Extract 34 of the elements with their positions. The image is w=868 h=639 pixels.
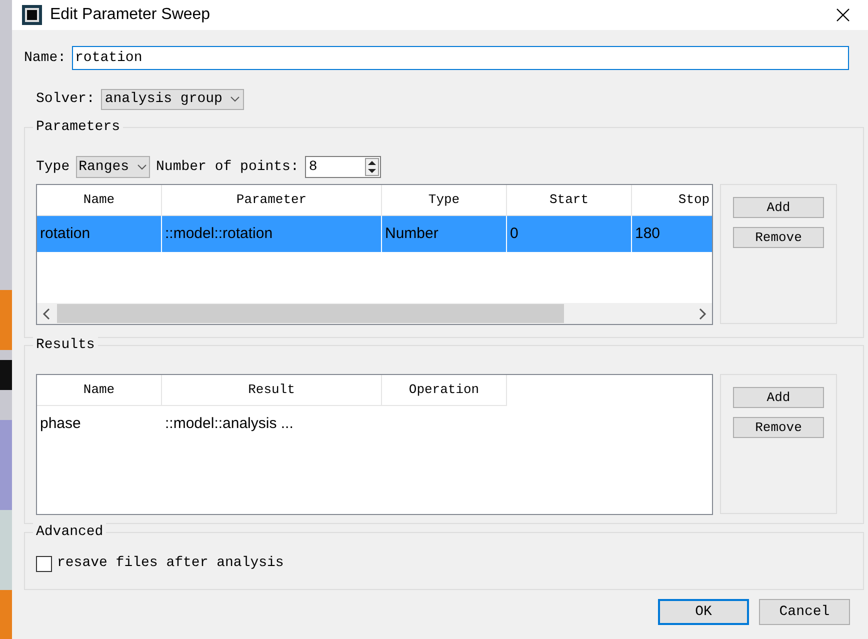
spin-arrows-icon[interactable] xyxy=(364,158,379,176)
close-icon xyxy=(836,8,850,22)
chevron-down-icon xyxy=(137,164,148,170)
scroll-right-icon[interactable] xyxy=(697,308,707,320)
type-dropdown[interactable]: Ranges xyxy=(76,156,150,178)
table-cell-text: ::model::analysis ... xyxy=(164,414,294,434)
solver-label: Solver: xyxy=(36,90,95,108)
side-button[interactable]: Remove xyxy=(733,417,824,438)
horizontal-scrollbar[interactable] xyxy=(37,303,712,324)
table-row[interactable]: rotation ::model::rotation Number 0 180 xyxy=(37,216,712,252)
chevron-down-icon xyxy=(230,96,240,102)
type-label: Type xyxy=(36,158,70,176)
scroll-left-icon[interactable] xyxy=(42,308,52,320)
dialog-button[interactable]: OK xyxy=(658,599,749,625)
side-button[interactable]: Remove xyxy=(733,227,824,248)
points-label: Number of points: xyxy=(156,158,299,176)
dialog-button[interactable]: Cancel xyxy=(759,599,850,625)
table-cell-text: phase xyxy=(39,414,82,434)
table-cell: rotation xyxy=(37,216,162,252)
table-cell: ::model::rotation xyxy=(162,216,382,252)
checkbox[interactable] xyxy=(36,556,52,572)
side-button[interactable]: Add xyxy=(733,197,824,218)
checkbox-label: resave files after analysis xyxy=(57,554,284,573)
solver-dropdown[interactable]: analysis group xyxy=(100,88,244,110)
points-spinbox[interactable]: 8 xyxy=(304,156,381,178)
name-field[interactable]: rotation xyxy=(72,46,850,70)
app-icon xyxy=(22,5,42,25)
window-title: Edit Parameter Sweep xyxy=(50,5,212,25)
name-label: Name: xyxy=(24,48,66,68)
table-cell: 0 xyxy=(507,216,632,252)
table-cell: Number xyxy=(382,216,507,252)
side-button[interactable]: Add xyxy=(733,387,824,408)
scrollbar-thumb[interactable] xyxy=(57,304,564,323)
points-value: 8 xyxy=(308,158,318,176)
